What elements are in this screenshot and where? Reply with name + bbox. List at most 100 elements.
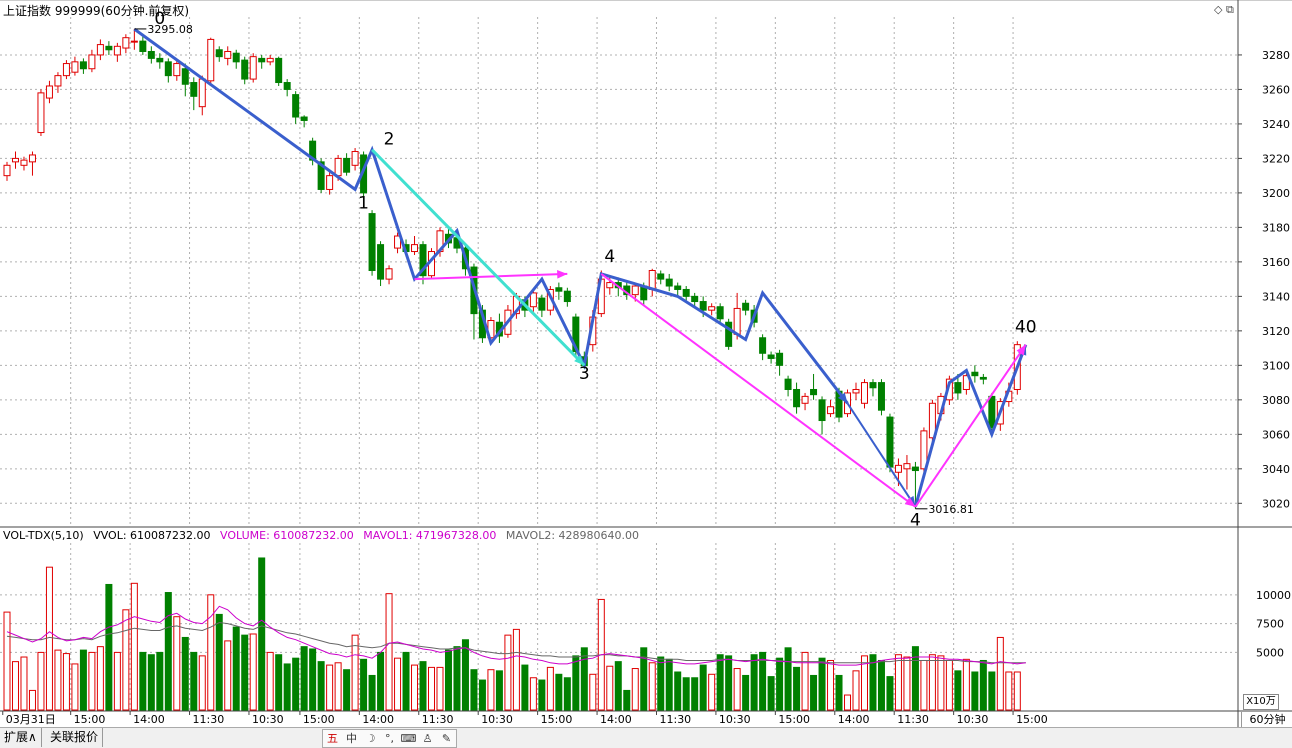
dots-icon[interactable]: °, (380, 730, 399, 747)
volume-bar (478, 679, 486, 711)
wave-arrowhead (557, 270, 568, 279)
candle-body (3, 164, 11, 177)
candle-body (79, 61, 87, 70)
time-tick-label: 10:30 (481, 713, 513, 726)
volume-bar (453, 646, 461, 711)
volume-bar (113, 651, 121, 711)
volume-bar (844, 694, 852, 711)
volume-bar (648, 662, 656, 711)
volume-bar (173, 616, 181, 711)
candle-body (292, 94, 300, 118)
candle-body (784, 378, 792, 390)
volume-bar (164, 592, 172, 711)
candle-body (538, 297, 546, 311)
time-tick-label: 03月31日 (6, 713, 56, 726)
period-label[interactable]: 60分钟 (1241, 712, 1292, 728)
candle-body (11, 157, 19, 163)
volume-bar (894, 654, 902, 711)
volume-bar (487, 669, 495, 711)
time-tick-label: 14:00 (133, 713, 165, 726)
time-tick-label: 10:30 (252, 713, 284, 726)
wave-count-label: 4 (604, 247, 615, 267)
moon-icon[interactable]: ☽ (361, 730, 380, 747)
candle-body (385, 268, 393, 280)
volume-bar (79, 649, 87, 711)
candle-body (631, 285, 639, 296)
volume-bar (886, 676, 894, 711)
volume-bar (979, 659, 987, 711)
time-tick-label: 15:00 (541, 713, 573, 726)
volume-bar (725, 655, 733, 711)
candle-body (971, 371, 979, 377)
candle-body (691, 295, 699, 303)
candle-body (894, 464, 902, 473)
volume-bar (852, 670, 860, 711)
volume-bar (784, 647, 792, 711)
volume-bar (988, 671, 996, 711)
candle-body (988, 395, 996, 428)
volume-bar (962, 658, 970, 711)
candle-body (818, 399, 826, 422)
volume-bar (623, 689, 631, 711)
volume-bar (928, 654, 936, 711)
volume-bar (419, 661, 427, 711)
candle-body (173, 63, 181, 77)
candle-body (181, 68, 189, 85)
wave-count-label: 2 (384, 130, 395, 150)
price-tick-label: 3220 (1262, 152, 1290, 165)
candle-body (147, 50, 155, 59)
window-control-icons[interactable]: ◇ ⧉ (1214, 3, 1234, 17)
volume-bar (801, 651, 809, 711)
volume-bar (759, 651, 767, 711)
time-tick-label: 11:30 (897, 713, 929, 726)
volume-bar (224, 640, 232, 711)
volume-bar (691, 677, 699, 711)
user-icon[interactable]: ♙ (418, 730, 437, 747)
volume-bar (326, 664, 334, 711)
candle-body (776, 352, 784, 366)
candle-body (198, 78, 206, 108)
volume-bar (275, 654, 283, 711)
volume-bar (996, 636, 1004, 711)
candle-body (852, 388, 860, 394)
volume-bar (266, 651, 274, 711)
volume-bar (665, 658, 673, 711)
volume-bar (122, 609, 130, 711)
volume-bar (3, 611, 11, 711)
keyboard-icon[interactable]: ⌨ (399, 730, 418, 747)
volume-bar (750, 654, 758, 711)
volume-bar (682, 677, 690, 711)
candle-body (156, 57, 164, 63)
candle-body (665, 278, 673, 287)
candle-body (275, 57, 283, 84)
wrench-icon[interactable]: ✎ (437, 730, 456, 747)
volume-bar (20, 656, 28, 711)
candle-body (224, 50, 232, 59)
candle-body (767, 354, 775, 359)
candle-body (130, 40, 138, 43)
tab-expand[interactable]: 扩展∧ (0, 728, 42, 747)
volume-bar (546, 666, 554, 711)
candle-body (71, 61, 79, 73)
candle-body (88, 54, 96, 70)
volume-bar (512, 628, 520, 711)
volume-bar (368, 674, 376, 711)
volume-bar (283, 663, 291, 711)
wu-icon[interactable]: 五 (323, 730, 342, 747)
time-tick-label: 11:30 (659, 713, 691, 726)
chart-canvas: 3020304030603080310031203140316031803200… (0, 0, 1292, 727)
candle-body (326, 175, 334, 190)
candle-body (139, 40, 147, 52)
volume-bar (606, 665, 614, 711)
volume-bar (835, 674, 843, 711)
volume-bar (954, 670, 962, 711)
candle-body (682, 288, 690, 297)
candle-body (529, 292, 537, 308)
volume-bar (139, 651, 147, 711)
volume-value: VOLUME: 610087232.00 (220, 529, 354, 542)
volume-bar (716, 654, 724, 711)
zhong-icon[interactable]: 中 (342, 730, 361, 747)
volume-bar (309, 648, 317, 711)
tab-related-quotes[interactable]: 关联报价 (46, 728, 104, 747)
candle-body (122, 37, 130, 49)
